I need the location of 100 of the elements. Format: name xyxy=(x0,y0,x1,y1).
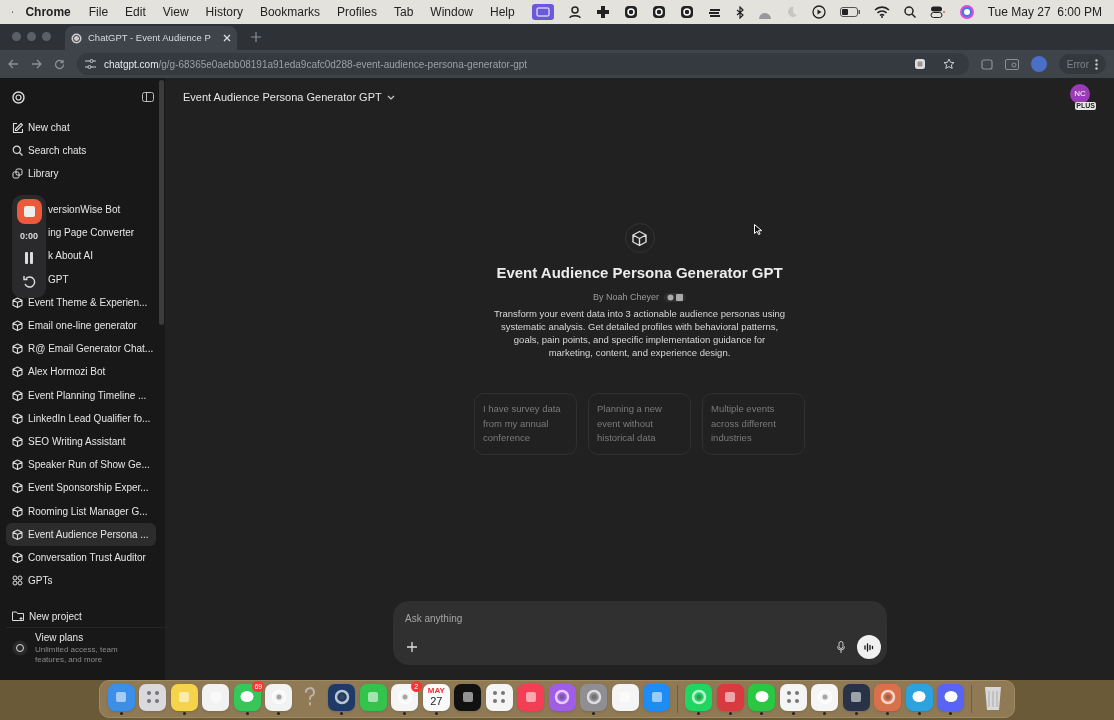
cube-icon xyxy=(12,459,23,471)
user-avatar[interactable]: NC xyxy=(1070,84,1090,104)
app-icon[interactable]: MAY 27 xyxy=(422,683,450,711)
app-icon[interactable] xyxy=(170,683,198,711)
app-icon[interactable] xyxy=(202,683,230,711)
app-icon[interactable] xyxy=(485,683,513,711)
plus-icon[interactable] xyxy=(407,642,417,652)
app-icon[interactable] xyxy=(748,683,776,711)
new-tab-icon[interactable] xyxy=(251,32,261,42)
sidebar-item[interactable]: GPTs xyxy=(6,569,156,593)
menu-item[interactable]: History xyxy=(205,3,243,21)
menu-item[interactable]: Window xyxy=(430,3,474,21)
sidebar-item[interactable]: New chat xyxy=(6,116,156,139)
app-icon[interactable] xyxy=(548,683,576,711)
app-icon[interactable] xyxy=(611,683,639,711)
square-icon[interactable] xyxy=(651,5,666,19)
scrollbar-thumb[interactable] xyxy=(159,80,164,325)
app-icon[interactable] xyxy=(580,683,608,711)
app-icon[interactable] xyxy=(139,683,167,711)
pause-icon[interactable] xyxy=(24,251,34,264)
cube-icon xyxy=(12,528,23,540)
logo-icon[interactable] xyxy=(12,90,25,104)
sidebar-item[interactable]: Search chats xyxy=(6,139,156,162)
sidebar-item[interactable]: GPT xyxy=(48,267,69,291)
conversation-starter[interactable]: Planning a new event without historical data xyxy=(588,393,691,455)
bookmark-star-icon[interactable] xyxy=(942,58,955,70)
app-icon[interactable] xyxy=(842,683,870,711)
model-selector[interactable]: Event Audience Persona Generator GPT xyxy=(183,88,395,106)
battery-icon[interactable] xyxy=(839,7,860,17)
cursor-icon xyxy=(754,224,762,235)
message-input[interactable]: Ask anything xyxy=(405,609,805,627)
sidebar-item[interactable]: R@ Email Generator Chat... xyxy=(6,337,156,361)
voice-mode-button[interactable] xyxy=(857,635,881,659)
address-bar[interactable]: chatgpt.com/g/g-68365e0aebb08191a91eda9cafc0d288-event-audience-persona-generator-gpt xyxy=(77,53,969,75)
sidebar-item[interactable]: Alex Hormozi Bot xyxy=(6,360,156,384)
app-icon[interactable] xyxy=(811,683,839,711)
app-icon[interactable] xyxy=(937,683,965,711)
menu-item[interactable]: Tab xyxy=(394,3,414,21)
control-center-icon[interactable] xyxy=(929,6,946,18)
app-icon[interactable] xyxy=(874,683,902,711)
app-icon[interactable] xyxy=(779,683,807,711)
conversation-starter[interactable]: I have survey data from my annual conference xyxy=(474,393,577,455)
new-project-item[interactable]: New project xyxy=(6,605,156,628)
menu-item[interactable]: Bookmarks xyxy=(259,3,320,21)
browser-tab[interactable]: ChatGPT - Event Audience P xyxy=(65,26,237,50)
sidebar-item[interactable]: ing Page Converter xyxy=(48,221,135,245)
sidebar-item[interactable]: Event Planning Timeline ... xyxy=(6,383,156,407)
play-icon[interactable] xyxy=(811,5,826,19)
app-icon[interactable] xyxy=(905,683,933,711)
stacked-squares-icon xyxy=(12,168,23,179)
back-icon[interactable] xyxy=(8,59,19,69)
sidebar-item[interactable]: Conversation Trust Auditor xyxy=(6,545,156,569)
menu-item[interactable]: Help xyxy=(490,3,515,21)
site-settings-icon xyxy=(85,59,96,69)
app-icon[interactable] xyxy=(391,683,419,711)
extension-icon[interactable] xyxy=(914,59,925,69)
close-icon[interactable] xyxy=(223,34,231,42)
sidebar-item[interactable]: Speaker Run of Show Ge... xyxy=(6,453,156,477)
sidebar-item[interactable]: Event Sponsorship Exper... xyxy=(6,476,156,500)
sidebar-toggle-icon[interactable] xyxy=(142,92,154,102)
person-icon[interactable] xyxy=(567,5,582,19)
wifi-icon[interactable] xyxy=(873,6,890,18)
social-links[interactable] xyxy=(664,292,686,302)
sidebar-item[interactable]: k About AI xyxy=(48,244,94,268)
puzzle-icon[interactable] xyxy=(980,58,993,70)
search-icon[interactable] xyxy=(903,6,916,18)
app-icon[interactable] xyxy=(359,683,387,711)
tab-search-icon[interactable] xyxy=(1004,58,1019,70)
menu-item[interactable]: View xyxy=(162,3,189,21)
view-plans-item[interactable]: View plans Unlimited access, team features, and more xyxy=(6,627,168,666)
menu-item[interactable]: Edit xyxy=(125,3,146,21)
sidebar-item[interactable]: LinkedIn Lead Qualifier fo... xyxy=(6,406,156,430)
sidebar-item[interactable]: SEO Writing Assistant xyxy=(6,429,156,454)
sidebar-item[interactable]: Rooming List Manager G... xyxy=(6,499,156,523)
app-icon[interactable] xyxy=(685,683,713,711)
conversation-starter[interactable]: Multiple events across different industries xyxy=(702,393,805,455)
stop-recording-button[interactable] xyxy=(16,199,42,224)
screen-share-icon[interactable] xyxy=(531,4,554,20)
menu-bar-clock[interactable]: Tue May 27 6:00 PM xyxy=(987,3,1102,21)
app-menu[interactable]: Chrome xyxy=(25,3,71,21)
restart-icon[interactable] xyxy=(22,274,36,288)
app-icon[interactable] xyxy=(233,683,261,711)
favicon-icon xyxy=(71,32,82,44)
menu-item[interactable]: Profiles xyxy=(336,3,377,21)
forward-icon[interactable] xyxy=(31,59,42,69)
microphone-icon[interactable] xyxy=(837,641,845,653)
plus-icon[interactable] xyxy=(595,5,610,19)
sidebar-item[interactable]: versionWise Bot xyxy=(48,198,121,222)
app-icon[interactable] xyxy=(454,683,482,711)
reload-icon[interactable] xyxy=(54,58,65,70)
app-icon[interactable] xyxy=(265,683,293,711)
sidebar-item[interactable]: Event Audience Persona ... xyxy=(6,522,156,546)
bluetooth-icon[interactable] xyxy=(735,5,744,19)
siri-icon[interactable] xyxy=(959,5,974,19)
sidebar-item[interactable]: Library xyxy=(6,162,156,185)
app-icon[interactable] xyxy=(328,683,356,711)
sidebar-item[interactable]: Event Theme & Experien... xyxy=(6,290,156,314)
sidebar-item[interactable]: Email one-line generator xyxy=(6,313,156,338)
app-icon[interactable] xyxy=(107,683,135,711)
menu-item[interactable]: File xyxy=(88,3,109,21)
